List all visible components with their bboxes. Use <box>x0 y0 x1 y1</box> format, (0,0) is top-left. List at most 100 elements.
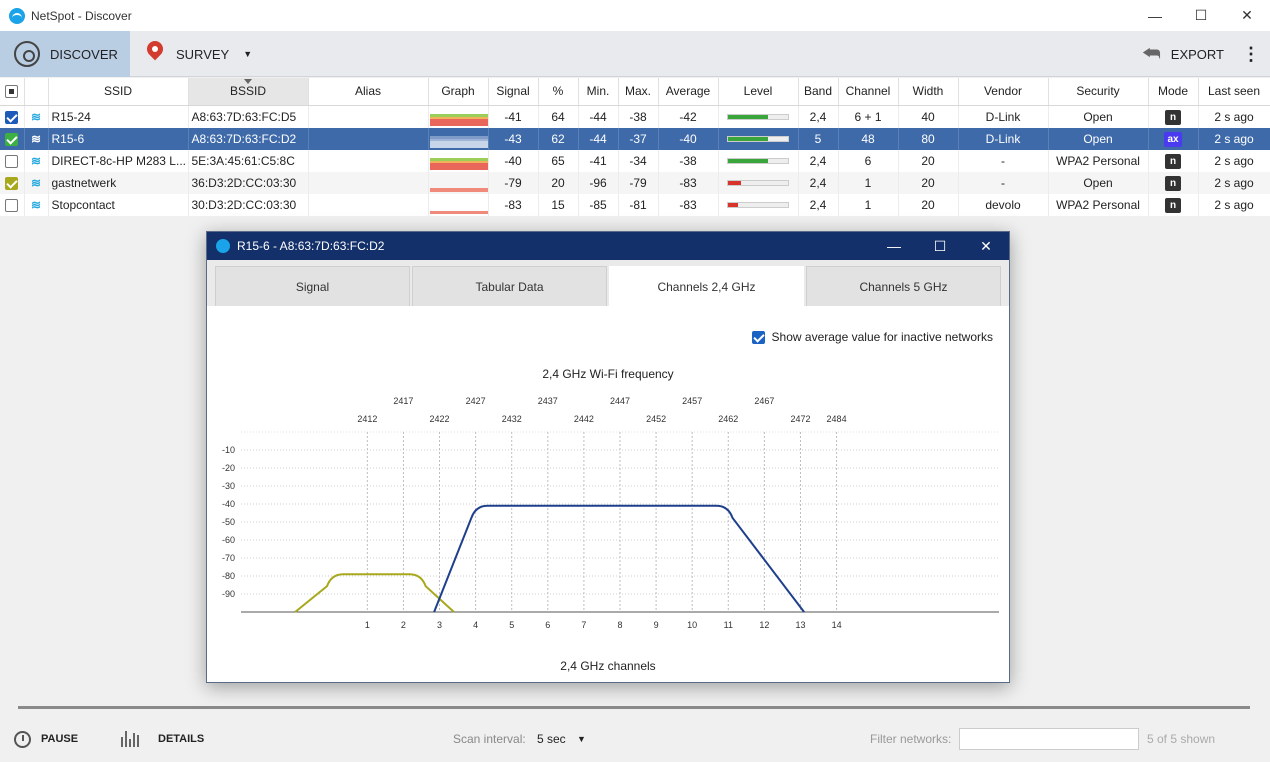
wifi-icon: ≋ <box>30 131 42 146</box>
detail-window-controls: — ☐ ✕ <box>871 232 1009 260</box>
row-checkbox-box[interactable] <box>5 132 19 146</box>
tab-channels-2-4-ghz[interactable]: Channels 2,4 GHz <box>609 266 804 306</box>
frequency-label: 2457 <box>682 396 702 406</box>
cell-max: -34 <box>618 149 659 172</box>
cell-min: -44 <box>578 105 619 128</box>
chart-x-axis-label: 2,4 GHz channels <box>560 659 656 673</box>
cell-max: -37 <box>618 127 659 150</box>
cell-band: 2,4 <box>798 105 839 128</box>
header-average[interactable]: Average <box>658 78 719 106</box>
cell-ssid: gastnetwerk <box>48 171 189 194</box>
mode-badge: n <box>1165 153 1181 169</box>
header-max[interactable]: Max. <box>618 78 659 106</box>
header-min[interactable]: Min. <box>578 78 619 106</box>
cell-ssid: R15-24 <box>48 105 189 128</box>
row-checkbox[interactable] <box>0 105 25 128</box>
tab-channels-5-ghz[interactable]: Channels 5 GHz <box>806 266 1001 306</box>
level-bar <box>727 135 789 142</box>
row-checkbox-box[interactable] <box>5 176 19 190</box>
cell-vendor: - <box>958 149 1049 172</box>
channel-chart: -10-20-30-40-50-60-70-80-901 2 3 4 5 6 7 8 9 10 11… <box>222 396 999 630</box>
header-channel[interactable]: Channel <box>838 78 899 106</box>
channel-tick-label: 3 <box>437 620 442 630</box>
row-checkbox-box[interactable] <box>5 198 19 212</box>
cell-band: 2,4 <box>798 171 839 194</box>
cell-bssid: 36:D3:2D:CC:03:30 <box>188 171 309 194</box>
level-bar <box>727 179 789 186</box>
cell-percent: 65 <box>538 149 579 172</box>
frequency-label: 2422 <box>430 414 450 424</box>
row-checkbox[interactable] <box>0 171 25 194</box>
header-mode[interactable]: Mode <box>1148 78 1199 106</box>
header-width[interactable]: Width <box>898 78 959 106</box>
row-checkbox[interactable] <box>0 149 25 172</box>
chevron-down-icon[interactable]: ▼ <box>577 734 586 744</box>
timeline-divider <box>18 706 1250 709</box>
header-band[interactable]: Band <box>798 78 839 106</box>
details-button[interactable]: DETAILS <box>121 731 204 747</box>
cell-graph <box>428 149 489 172</box>
wifi-signal-icon: ≋ <box>24 149 49 172</box>
header-last-seen[interactable]: Last seen <box>1198 78 1270 106</box>
select-all-checkbox[interactable] <box>0 78 25 106</box>
discover-button[interactable]: DISCOVER <box>0 31 130 77</box>
cell-percent: 15 <box>538 193 579 216</box>
cell-security: Open <box>1048 171 1149 194</box>
scan-interval-select[interactable]: 5 sec <box>537 732 566 746</box>
survey-button[interactable]: SURVEY ▼ <box>142 31 252 77</box>
average-value-toggle[interactable]: Show average value for inactive networks <box>751 330 993 344</box>
header-ssid[interactable]: SSID <box>48 78 189 106</box>
table-row[interactable]: ≋ R15-24 A8:63:7D:63:FC:D5 -41 64 -44 -38 -42 2,… <box>0 105 1270 128</box>
cell-signal: -79 <box>488 171 539 194</box>
table-row[interactable]: ≋ R15-6 A8:63:7D:63:FC:D2 -43 62 -44 -37 -40 5 48… <box>0 127 1270 150</box>
row-checkbox[interactable] <box>0 127 25 150</box>
close-icon[interactable]: ✕ <box>963 232 1009 260</box>
maximize-icon[interactable]: ☐ <box>917 232 963 260</box>
cell-band: 5 <box>798 127 839 150</box>
chevron-down-icon[interactable]: ▼ <box>243 49 252 59</box>
pause-button[interactable]: PAUSE <box>14 730 78 748</box>
maximize-icon[interactable]: ☐ <box>1178 0 1224 31</box>
tab-tabular-data[interactable]: Tabular Data <box>412 266 607 306</box>
row-checkbox[interactable] <box>0 193 25 216</box>
header-percent[interactable]: % <box>538 78 579 106</box>
more-menu-icon[interactable]: ⋮ <box>1242 31 1260 77</box>
minimize-icon[interactable]: — <box>1132 0 1178 31</box>
table-row[interactable]: ≋ gastnetwerk 36:D3:2D:CC:03:30 -79 20 -96 -79… <box>0 171 1270 194</box>
header-level[interactable]: Level <box>718 78 799 106</box>
header-graph[interactable]: Graph <box>428 78 489 106</box>
frequency-label: 2437 <box>538 396 558 406</box>
filter-networks-input[interactable] <box>959 728 1139 750</box>
discover-icon <box>14 41 40 67</box>
header-signal[interactable]: Signal <box>488 78 539 106</box>
average-value-checkbox[interactable] <box>751 330 765 344</box>
mode-badge: n <box>1165 197 1181 213</box>
wifi-icon: ≋ <box>30 175 42 190</box>
cell-band: 2,4 <box>798 193 839 216</box>
frequency-label: 2442 <box>574 414 594 424</box>
table-row[interactable]: ≋ Stopcontact 30:D3:2D:CC:03:30 -83 15 -85 -81… <box>0 193 1270 216</box>
header-alias[interactable]: Alias <box>308 78 429 106</box>
cell-min: -41 <box>578 149 619 172</box>
table-row[interactable]: ≋ DIRECT-8c-HP M283 L... 5E:3A:45:61:C5:8C… <box>0 149 1270 172</box>
cell-signal: -83 <box>488 193 539 216</box>
close-icon[interactable]: ✕ <box>1224 0 1270 31</box>
signal-sparkline <box>429 210 487 214</box>
header-security[interactable]: Security <box>1048 78 1149 106</box>
y-tick-label: -40 <box>222 499 235 509</box>
header-vendor[interactable]: Vendor <box>958 78 1049 106</box>
minimize-icon[interactable]: — <box>871 232 917 260</box>
wifi-signal-icon: ≋ <box>24 171 49 194</box>
header-bssid[interactable]: BSSID <box>188 78 309 106</box>
cell-percent: 20 <box>538 171 579 194</box>
row-checkbox-box[interactable] <box>5 110 19 124</box>
tab-signal[interactable]: Signal <box>215 266 410 306</box>
channel-tick-label: 4 <box>473 620 478 630</box>
frequency-label: 2412 <box>357 414 377 424</box>
cell-average: -83 <box>658 171 719 194</box>
cell-security: WPA2 Personal <box>1048 193 1149 216</box>
toolbar: DISCOVER SURVEY ▼ ⮪ EXPORT ⋮ <box>0 31 1270 77</box>
export-button[interactable]: ⮪ EXPORT <box>1142 31 1224 77</box>
cell-min: -96 <box>578 171 619 194</box>
row-checkbox-box[interactable] <box>5 154 19 168</box>
